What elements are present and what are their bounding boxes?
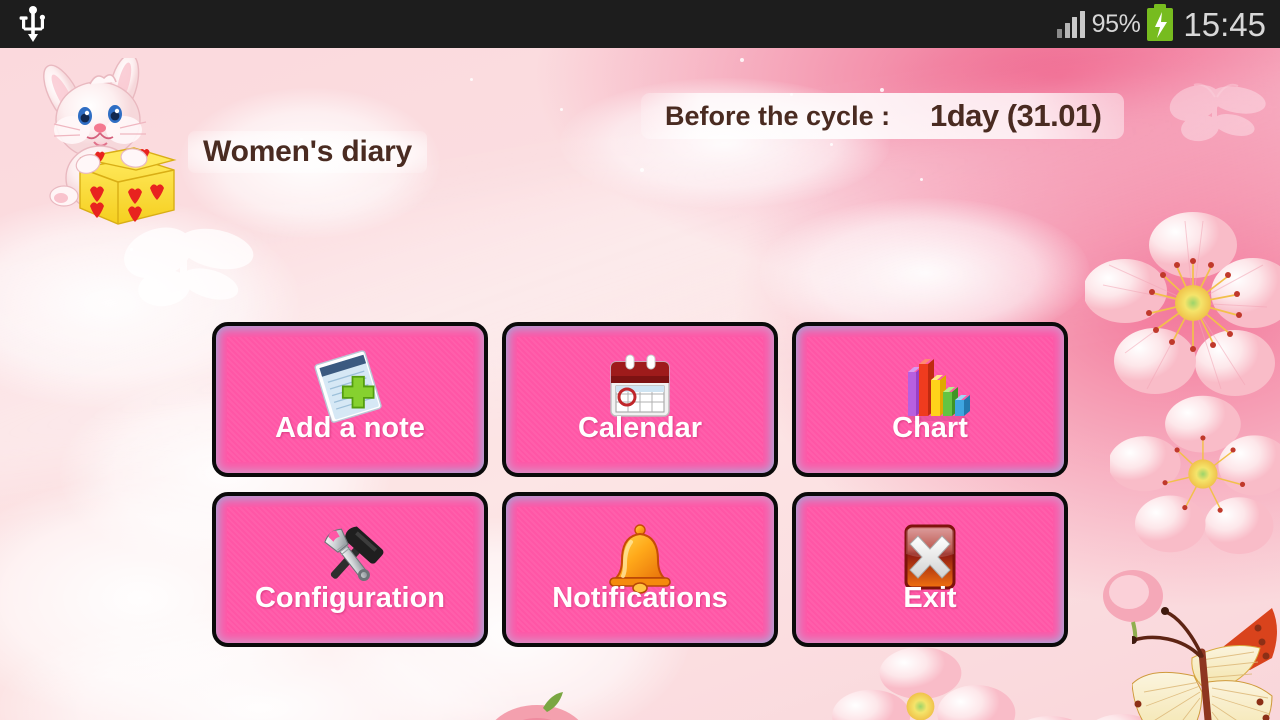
menu-tile-label: Exit [903, 582, 957, 614]
app-screen: 95% 15:45 Women's diary Before the cycle… [0, 0, 1280, 720]
cherry-blossom-flower [1110, 395, 1280, 555]
menu-tile-label: Add a note [275, 412, 425, 444]
sparkle-dot [560, 108, 563, 111]
status-bar: 95% 15:45 [0, 0, 1280, 48]
menu-tile-label: Notifications [552, 582, 728, 614]
cycle-label: Before the cycle : [665, 100, 891, 131]
tile-surface: Chart [807, 337, 1053, 462]
tile-surface: Add a note [227, 337, 473, 462]
app-title-pill: Women's diary [188, 131, 428, 173]
tile-surface: Exit [807, 507, 1053, 632]
menu-tile-add-a-note[interactable]: Add a note [212, 322, 488, 477]
menu-tile-notifications[interactable]: Notifications [502, 492, 778, 647]
battery-charging-icon [1147, 3, 1174, 41]
tile-surface: Calendar [517, 337, 763, 462]
cycle-status-banner: Before the cycle : 1day (31.01) [641, 93, 1124, 139]
menu-tile-label: Chart [892, 412, 968, 444]
cherry-blossom-flower [832, 646, 1016, 720]
status-clock: 15:45 [1183, 5, 1266, 43]
sparkle-dot [470, 78, 473, 81]
bunny-with-gift-icon [43, 58, 177, 225]
sparkle-dot [740, 58, 744, 62]
app-title-label: Women's diary [203, 135, 413, 168]
menu-tile-label: Calendar [577, 412, 703, 444]
battery-percent-label: 95% [1091, 9, 1141, 38]
status-indicators: 95% 15:45 [1057, 0, 1266, 48]
signal-bars-icon [1057, 10, 1085, 38]
tile-surface: Configuration [227, 507, 473, 632]
tile-surface: Notifications [517, 507, 763, 632]
menu-tile-calendar[interactable]: Calendar [502, 322, 778, 477]
cherry-blossom-flower [1027, 714, 1148, 720]
cherry-blossom-bud [1103, 570, 1163, 641]
menu-tile-chart[interactable]: Chart [792, 322, 1068, 477]
main-menu-grid: Add a note Calendar Chart Configuration … [212, 322, 1070, 650]
butterfly-illustration [1132, 607, 1277, 720]
sparkle-dot [880, 88, 884, 92]
cycle-value: 1day (31.01) [930, 98, 1102, 133]
menu-tile-configuration[interactable]: Configuration [212, 492, 488, 647]
usb-icon [19, 6, 45, 42]
menu-tile-exit[interactable]: Exit [792, 492, 1068, 647]
menu-tile-label: Configuration [254, 582, 446, 614]
rose-bud-flower [495, 692, 579, 720]
